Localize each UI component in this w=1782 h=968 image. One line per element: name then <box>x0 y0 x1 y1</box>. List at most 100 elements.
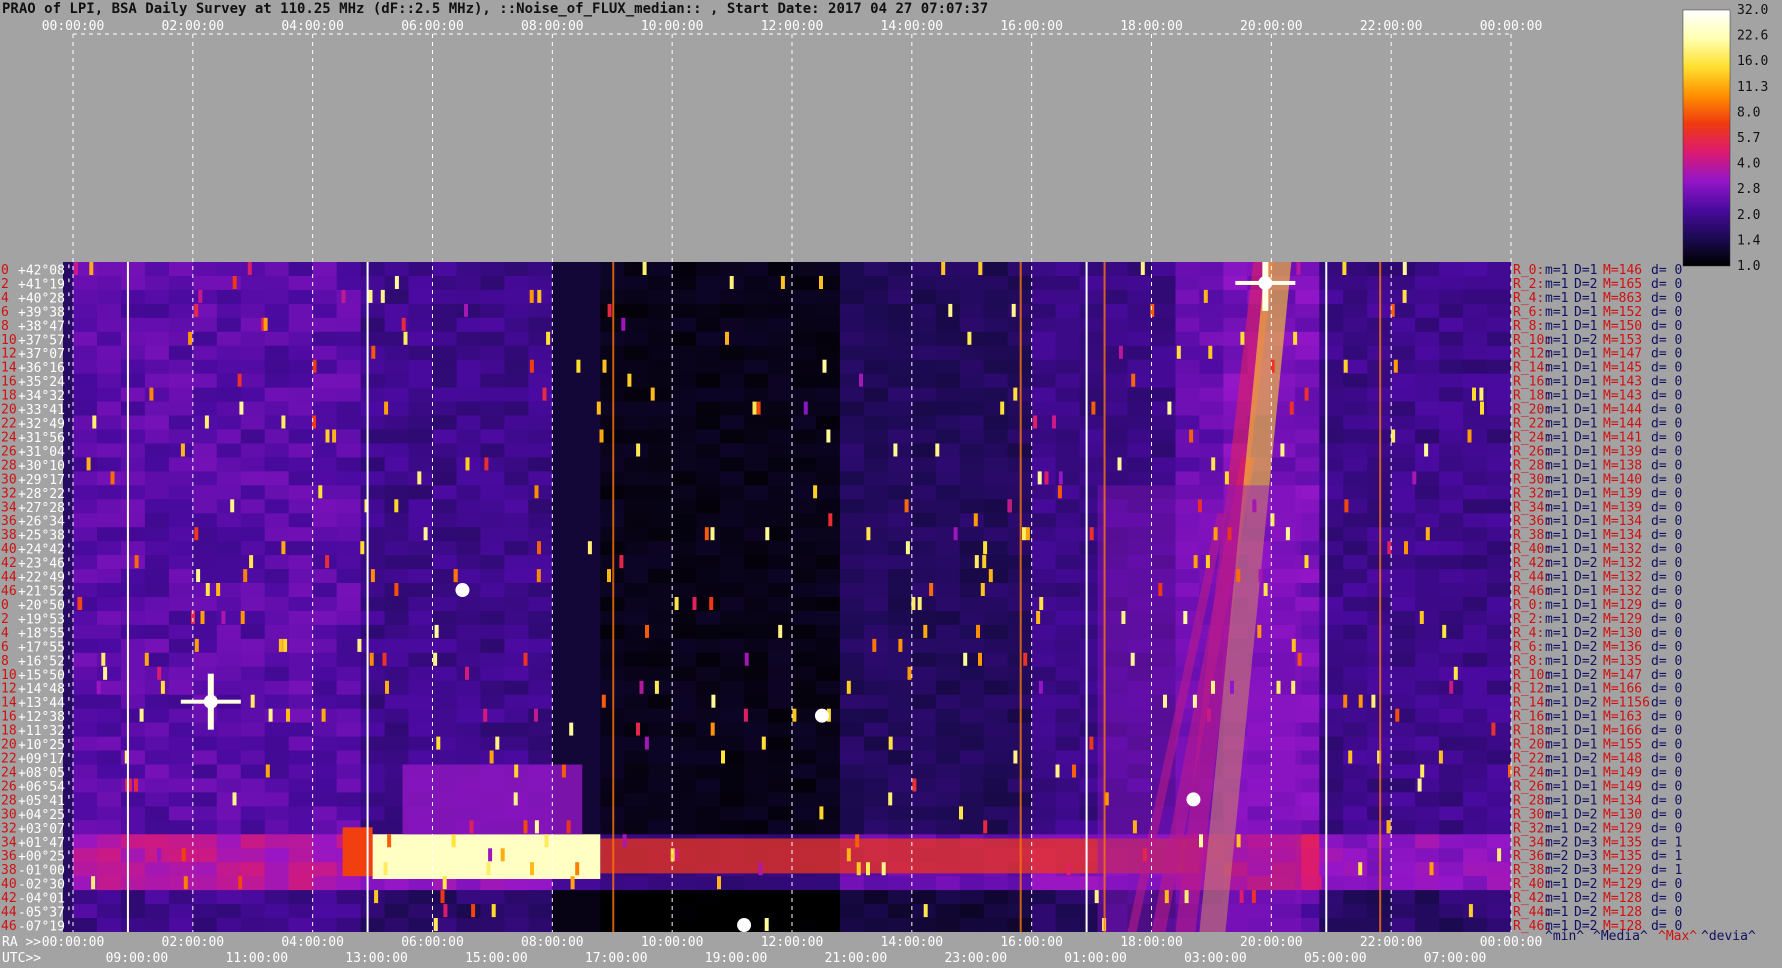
heatmap-cell <box>887 485 913 500</box>
heatmap-cell <box>528 373 553 388</box>
row-number: 18 <box>1 389 17 404</box>
heatmap-cell <box>624 778 649 793</box>
heatmap-cell <box>744 485 769 500</box>
heatmap-cell <box>624 750 649 765</box>
heatmap-cell <box>1127 373 1153 388</box>
heatmap-cell <box>552 513 577 528</box>
stat-deviation: d= 0 <box>1651 654 1682 669</box>
heatmap-cell <box>552 666 577 682</box>
heatmap-cell <box>73 624 98 640</box>
stat-row: R_24:m=1 D=1 M=141 d= 0 <box>1513 430 1682 445</box>
heatmap-cell <box>576 652 601 668</box>
noise-speckle <box>561 764 566 778</box>
heatmap-cell <box>1439 345 1464 361</box>
heatmap-cell <box>168 708 194 723</box>
heatmap-cell <box>240 820 266 835</box>
heatmap-cell <box>576 387 601 402</box>
heatmap-cell <box>744 806 769 821</box>
heatmap-cell <box>720 317 745 333</box>
heatmap-cell <box>720 652 745 668</box>
noise-speckle <box>1343 694 1348 708</box>
heatmap-cell <box>456 652 482 668</box>
stat-max: M=165 <box>1603 277 1642 292</box>
heatmap-cell <box>983 666 1009 682</box>
noise-speckle <box>160 680 165 694</box>
heatmap-cell <box>240 890 266 905</box>
heatmap-cell <box>863 597 889 612</box>
stat-min: m=2 <box>1545 863 1568 878</box>
heatmap-cell <box>911 485 937 500</box>
declination-label: +39°38' <box>18 305 73 320</box>
heatmap-cell <box>1055 652 1081 668</box>
heatmap-cell <box>839 457 865 472</box>
heatmap-cell <box>456 722 482 737</box>
stat-min: m=1 <box>1545 486 1568 501</box>
heatmap-cell <box>1031 652 1057 668</box>
heatmap-cell <box>288 583 314 598</box>
declination-label: -02°30' <box>18 878 73 893</box>
heatmap-cell <box>672 415 697 430</box>
heatmap-cell <box>624 499 649 514</box>
heatmap-cell <box>1463 289 1488 305</box>
heatmap-cell <box>624 820 649 835</box>
heatmap-cell <box>120 806 146 821</box>
heatmap-cell <box>1391 708 1416 723</box>
heatmap-cell <box>360 680 386 696</box>
declination-label: +33°41' <box>18 403 73 418</box>
heatmap-cell <box>959 359 985 374</box>
heatmap-cell <box>816 345 841 361</box>
noise-speckle <box>599 429 604 443</box>
heatmap-cell <box>312 750 338 765</box>
heatmap-cell <box>144 736 170 751</box>
heatmap-cell <box>73 736 98 751</box>
heatmap-cell <box>240 359 266 374</box>
heatmap-cell <box>336 262 362 277</box>
heatmap-cell <box>648 499 673 514</box>
heatmap-cell <box>264 359 290 374</box>
stat-median: D=1 <box>1574 738 1597 753</box>
heatmap-cell <box>97 485 122 500</box>
heatmap-cell <box>264 736 290 751</box>
heatmap-cell <box>336 680 362 696</box>
heatmap-cell <box>384 541 410 556</box>
heatmap-cell <box>1079 457 1105 472</box>
heatmap-cell <box>1463 373 1488 388</box>
heatmap-cell <box>1319 890 1344 905</box>
noise-speckle <box>1130 652 1135 666</box>
noise-speckle <box>523 820 528 834</box>
noise-speckle <box>692 597 697 610</box>
row-number: 40 <box>1 877 17 892</box>
heatmap-cell <box>144 262 170 277</box>
noise-speckle <box>465 457 470 471</box>
heatmap-cell <box>144 415 170 430</box>
heatmap-cell <box>624 597 649 612</box>
heatmap-cell <box>648 722 673 737</box>
heatmap-cell <box>384 471 410 486</box>
noise-speckle <box>963 652 968 666</box>
heatmap-cell <box>336 485 362 500</box>
heatmap-cell <box>312 471 338 486</box>
heatmap-cell <box>97 359 122 374</box>
heatmap-cell <box>1463 694 1488 709</box>
heatmap-cell <box>336 443 362 458</box>
heatmap-cell <box>1343 485 1368 500</box>
heatmap-cell <box>1463 918 1488 932</box>
heatmap-cell <box>528 471 553 486</box>
heatmap-cell <box>1031 750 1057 765</box>
heatmap-cell <box>863 262 889 277</box>
heatmap-cell <box>504 694 529 709</box>
heatmap-cell <box>1031 569 1057 584</box>
heatmap-cell <box>192 485 218 500</box>
heatmap-cell <box>1343 527 1368 542</box>
noise-speckle <box>888 792 893 806</box>
stat-row: R_16:m=1 D=1 M=163 d= 0 <box>1513 710 1682 725</box>
heatmap-cell <box>1487 303 1511 319</box>
ra-axis-tick-label: 00:00:00 <box>1480 935 1543 950</box>
heatmap-cell <box>1415 457 1440 472</box>
heatmap-cell <box>1127 317 1153 333</box>
heatmap-cell <box>959 303 985 319</box>
stat-min: m=1 <box>1545 319 1568 334</box>
heatmap-cell <box>1295 373 1320 388</box>
heatmap-cell <box>959 820 985 835</box>
heatmap-cell <box>216 401 242 416</box>
